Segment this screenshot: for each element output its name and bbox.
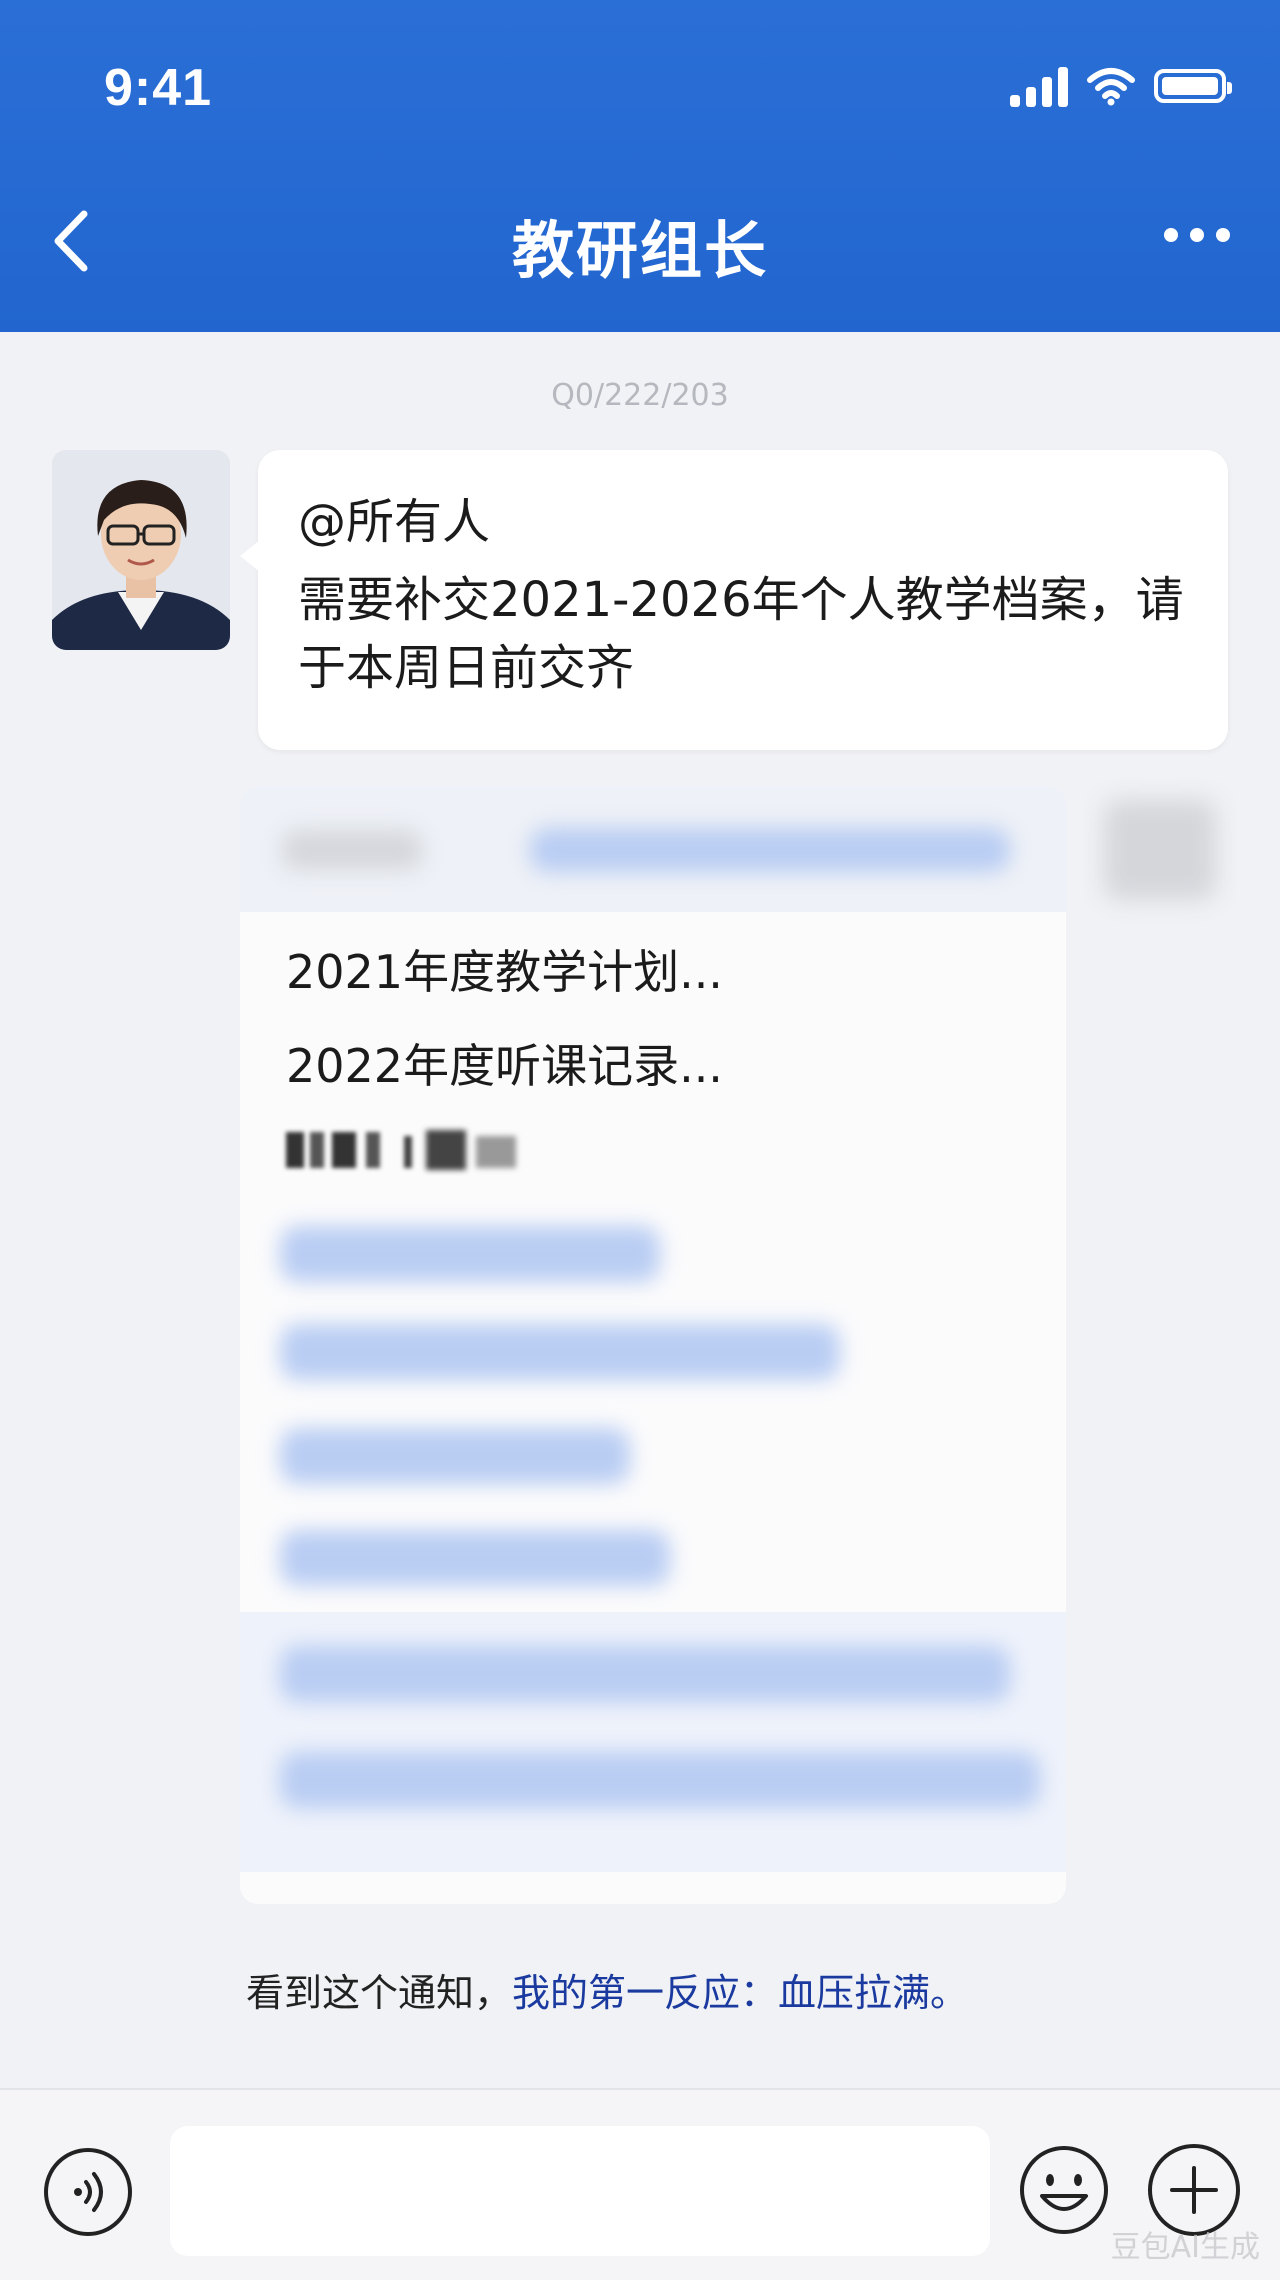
redacted-line: [286, 1126, 546, 1174]
message-text: 需要补交2021-2026年个人教学档案，请于本周日前交齐: [298, 572, 1184, 696]
message-input[interactable]: [170, 2126, 990, 2256]
wifi-icon: [1087, 68, 1135, 106]
blurred-avatar: [1104, 800, 1216, 900]
voice-icon: [74, 2172, 103, 2212]
document-line: 2021年度教学计划...: [286, 945, 723, 999]
mention-all: @所有人: [298, 494, 491, 550]
message-bubble[interactable]: @所有人 需要补交2021-2026年个人教学档案，请于本周日前交齐: [240, 450, 1228, 750]
reaction-prefix: 看到这个通知，: [246, 1971, 513, 2015]
message-timestamp: Q0/222/203: [551, 378, 729, 413]
plus-icon: [1170, 2166, 1218, 2214]
watermark: 豆包AI生成: [1110, 2230, 1260, 2265]
emoji-button[interactable]: [1018, 2144, 1110, 2236]
signal-icon: [1010, 65, 1068, 107]
document-card[interactable]: 2021年度教学计划... 2022年度听课记录...: [240, 786, 1066, 1904]
status-icons: [1010, 62, 1232, 110]
smile-icon: [1020, 2146, 1108, 2234]
document-line: 2022年度听课记录...: [286, 1039, 723, 1093]
more-button[interactable]: [1164, 228, 1230, 242]
more-dot: [1164, 228, 1178, 242]
sender-avatar[interactable]: [52, 450, 230, 650]
document-card-header: [240, 786, 1066, 912]
app-header: 9:41 教研组长: [0, 0, 1280, 332]
voice-button[interactable]: [44, 2148, 132, 2236]
reaction-highlight: 我的第一反应：血压拉满。: [512, 1971, 969, 2015]
more-dot: [1190, 228, 1204, 242]
more-dot: [1216, 228, 1230, 242]
battery-icon: [1154, 69, 1232, 103]
page-title: 教研组长: [511, 214, 768, 287]
status-time: 9:41: [104, 59, 213, 117]
input-bar: 豆包AI生成: [0, 2088, 1280, 2280]
reaction-text: 看到这个通知，我的第一反应：血压拉满。: [246, 1962, 968, 2017]
